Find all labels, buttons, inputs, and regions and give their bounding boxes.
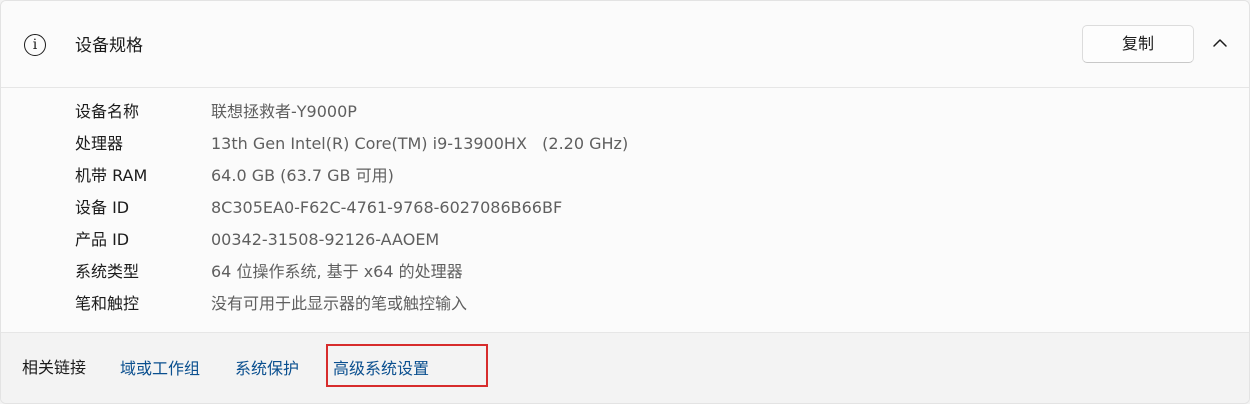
spec-value: 64.0 GB (63.7 GB 可用) bbox=[211, 166, 394, 185]
spec-row-ram: 机带 RAM 64.0 GB (63.7 GB 可用) bbox=[1, 164, 1249, 188]
spec-label: 系统类型 bbox=[75, 262, 140, 281]
spec-list: 设备名称 联想拯救者-Y9000P 处理器 13th Gen Intel(R) … bbox=[1, 88, 1249, 332]
info-icon: i bbox=[24, 34, 46, 56]
spec-value: 8C305EA0-F62C-4761-9768-6027086B66BF bbox=[211, 198, 563, 217]
spec-value: 没有可用于此显示器的笔或触控输入 bbox=[211, 294, 468, 313]
section-title: 设备规格 bbox=[75, 36, 143, 56]
spec-value: 联想拯救者-Y9000P bbox=[211, 102, 357, 121]
spec-value: 13th Gen Intel(R) Core(TM) i9-13900HX (2… bbox=[211, 134, 629, 153]
spec-label: 设备名称 bbox=[75, 102, 140, 121]
spec-row-pen-touch: 笔和触控 没有可用于此显示器的笔或触控输入 bbox=[1, 292, 1249, 316]
spec-row-product-id: 产品 ID 00342-31508-92126-AAOEM bbox=[1, 228, 1249, 252]
chevron-up-icon[interactable] bbox=[1211, 34, 1229, 52]
link-advanced-system-settings[interactable]: 高级系统设置 bbox=[333, 357, 429, 381]
spec-label: 产品 ID bbox=[75, 230, 130, 249]
spec-value: 00342-31508-92126-AAOEM bbox=[211, 230, 440, 249]
spec-row-device-name: 设备名称 联想拯救者-Y9000P bbox=[1, 100, 1249, 124]
spec-label: 设备 ID bbox=[75, 198, 130, 217]
spec-label: 机带 RAM bbox=[75, 166, 148, 185]
device-specs-panel: i 设备规格 复制 设备名称 联想拯救者-Y9000P 处理器 13th Gen… bbox=[0, 0, 1250, 404]
spec-row-system-type: 系统类型 64 位操作系统, 基于 x64 的处理器 bbox=[1, 260, 1249, 284]
device-specs-header[interactable]: i 设备规格 复制 bbox=[1, 1, 1249, 88]
spec-row-device-id: 设备 ID 8C305EA0-F62C-4761-9768-6027086B66… bbox=[1, 196, 1249, 220]
link-system-protection[interactable]: 系统保护 bbox=[235, 357, 299, 381]
spec-row-processor: 处理器 13th Gen Intel(R) Core(TM) i9-13900H… bbox=[1, 132, 1249, 156]
copy-button[interactable]: 复制 bbox=[1082, 25, 1194, 63]
related-links-bar: 相关链接 域或工作组 系统保护 高级系统设置 bbox=[1, 332, 1249, 403]
link-domain-or-workgroup[interactable]: 域或工作组 bbox=[120, 357, 200, 381]
spec-label: 笔和触控 bbox=[75, 294, 140, 313]
spec-value: 64 位操作系统, 基于 x64 的处理器 bbox=[211, 262, 463, 281]
spec-label: 处理器 bbox=[75, 134, 124, 153]
related-links-label: 相关链接 bbox=[22, 358, 87, 377]
